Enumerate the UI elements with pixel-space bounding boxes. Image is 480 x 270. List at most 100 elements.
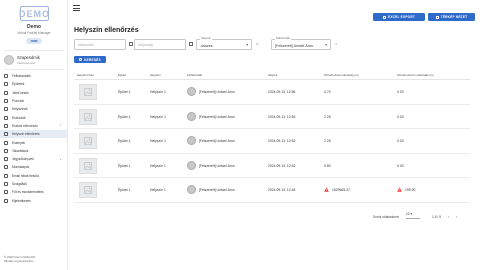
sidebar-nav: Felhasználók Épületek Jelek kezés Pozíciók H… xyxy=(0,72,68,205)
logout-icon xyxy=(4,198,8,203)
search-icon xyxy=(79,58,83,61)
table-row[interactable]: Épület 1 Helyszín 1 [Felszerelt] Uniwel Ár… xyxy=(74,129,470,154)
user-name: Szapesdmik xyxy=(17,55,40,60)
date-from-field[interactable] xyxy=(74,39,126,50)
time-cell: 2024.09.13. 12:56 xyxy=(268,90,296,94)
sidebar-item[interactable]: Fűt és munkarendelés xyxy=(0,188,68,196)
rows-per-page-select[interactable]: 10 ▾ xyxy=(406,212,420,219)
chevron-icon[interactable]: ⌄ xyxy=(59,157,62,161)
sidebar-item[interactable]: Esemyek xyxy=(0,138,68,146)
avatar xyxy=(187,136,196,146)
hamburger-menu-icon[interactable] xyxy=(73,5,80,12)
column-header[interactable]: Épület xyxy=(118,73,126,77)
distance-cell: 1629565.47 xyxy=(332,188,350,193)
map-view-button[interactable]: TÉRKÉP NÉZET xyxy=(428,13,475,21)
next-page-icon[interactable]: › xyxy=(456,215,457,219)
location-check-icon xyxy=(4,132,8,137)
column-header[interactable]: Időpont xyxy=(268,73,277,77)
avatar xyxy=(187,160,196,170)
column-header[interactable]: Ott kell elvonni maximális (m) xyxy=(397,73,434,77)
photo-placeholder-icon[interactable] xyxy=(79,84,97,100)
page-range: 1-5 / 5 xyxy=(432,215,442,219)
sidebar-item-label: Épületek xyxy=(12,82,25,87)
date-from-input[interactable] xyxy=(75,40,125,49)
sidebar-footer: © 2024 Demo Mobil Kft. Minden jog fennta… xyxy=(4,255,36,263)
sidebar-item[interactable]: Helyszínek xyxy=(0,105,68,113)
search-button[interactable]: KERESÉS xyxy=(74,56,106,63)
sidebar-item[interactable]: Pozíciók xyxy=(0,97,68,105)
sidebar-item-label: Helyszínek xyxy=(12,107,28,112)
position-icon xyxy=(4,99,8,104)
prev-page-icon[interactable]: ‹ xyxy=(448,215,449,219)
sidebar-item[interactable]: Jelek kezés xyxy=(0,89,68,97)
building-cell: Épület 1 xyxy=(118,90,131,94)
chevron-down-icon: ▾ xyxy=(246,43,248,47)
date-to-input[interactable] xyxy=(135,40,185,49)
sidebar-item[interactable]: Munkalapok xyxy=(0,163,68,171)
users-icon xyxy=(4,74,8,79)
sidebar-item-label: Esemyek xyxy=(12,140,26,145)
clear-icon[interactable]: × xyxy=(256,41,258,46)
max-distance-cell: 0.00 xyxy=(397,90,404,94)
sidebar-item[interactable]: Szolgáltók xyxy=(0,180,68,188)
column-header[interactable]: Helyszíni fotó xyxy=(77,73,94,77)
rows-per-page-value: 10 xyxy=(406,212,410,216)
column-header[interactable]: Felhasználó xyxy=(187,73,202,77)
sidebar-item[interactable]: Jegyzőkönyvek ⌄ xyxy=(0,155,68,163)
photo-placeholder-icon[interactable] xyxy=(79,133,97,150)
sidebar-item[interactable]: Email hibák beküld. xyxy=(0,172,68,180)
user-select[interactable]: Felhasználó [Felszerelt] Uniwel Áron ▾ xyxy=(271,37,331,50)
clear-icon[interactable]: × xyxy=(335,41,337,46)
building-select-label: Helyszín xyxy=(200,37,212,40)
sidebar-item[interactable]: Eszközök xyxy=(0,113,68,121)
chevron-icon[interactable]: ⌃ xyxy=(59,124,62,128)
sidebar-item[interactable]: Épületek xyxy=(0,80,68,88)
place-cell: Helyszín 1 xyxy=(150,114,166,119)
avatar xyxy=(187,185,196,195)
distance-cell: 2.25 xyxy=(324,139,331,144)
sidebar-item-label: Helyszín ellenőrzés xyxy=(12,132,40,137)
user-cell: [Felszerelt] Uniwel Áron xyxy=(199,139,235,144)
cleaning-icon xyxy=(4,148,8,153)
place-cell: Helyszín 1 xyxy=(150,139,166,144)
column-header[interactable]: Ott kell elvonni távolság (m) xyxy=(324,73,359,77)
user-profile[interactable]: Szapesdmik Intézményvez. xyxy=(4,54,64,66)
column-header[interactable]: Helyszín xyxy=(150,73,161,77)
check-icon xyxy=(4,123,8,128)
sidebar-item[interactable]: Takarítások xyxy=(0,147,68,155)
time-cell: 2024.09.13. 12:52 xyxy=(268,139,296,144)
photo-placeholder-icon[interactable] xyxy=(79,157,97,174)
table-row[interactable]: Épület 1 Helyszín 1 [Felszerelt] Uniwel Ár… xyxy=(74,105,470,130)
time-cell: 2024.09.13. 12:48 xyxy=(268,188,296,193)
photo-placeholder-icon[interactable] xyxy=(79,108,97,125)
place-cell: Helyszín 1 xyxy=(150,163,166,168)
building-select[interactable]: Helyszín -összes- ▾ xyxy=(196,37,252,50)
sidebar-item-label: Eszköz ellenőrzés xyxy=(12,123,38,128)
sidebar-item-label: Jelek kezés xyxy=(12,90,29,95)
sidebar-item-label: Szolgáltók xyxy=(12,182,27,186)
table-row[interactable]: Épület 1 Helyszín 1 [Felszerelt] Uniwel Ár… xyxy=(74,80,470,105)
brand-subtitle: Virtual Facility Manager xyxy=(17,31,51,35)
building-cell: Épület 1 xyxy=(118,188,131,193)
photo-placeholder-icon[interactable] xyxy=(79,182,97,199)
distance-cell: 2.25 xyxy=(324,114,331,119)
sidebar-item[interactable]: Felhasználók xyxy=(0,72,68,80)
sidebar-item[interactable]: Eszköz ellenőrzés ⌃ xyxy=(0,122,68,130)
service-icon xyxy=(4,182,8,186)
chevron-down-icon: ▾ xyxy=(410,212,413,216)
map-view-label: TÉRKÉP NÉZET xyxy=(440,15,468,19)
excel-export-button[interactable]: EXCEL EXPORT xyxy=(373,13,425,21)
sidebar-item[interactable]: Kijelentkezés xyxy=(0,196,68,204)
sidebar-item-label: Email hibák beküld. xyxy=(12,173,40,178)
sidebar-item-label: Fűt és munkarendelés xyxy=(12,190,44,195)
calendar-icon[interactable] xyxy=(189,42,193,46)
sidebar-item[interactable]: Helyszín ellenőrzés xyxy=(0,130,68,139)
table-row[interactable]: Épület 1 Helyszín 1 [Felszerelt] Uniwel Ár… xyxy=(74,178,470,203)
user-select-value: [Felszerelt] Uniwel Áron xyxy=(275,43,313,48)
table-row[interactable]: Épület 1 Helyszín 1 [Felszerelt] Uniwel Ár… xyxy=(74,154,470,179)
date-to-field[interactable] xyxy=(134,39,186,50)
worksheet-icon xyxy=(4,165,8,170)
signal-icon xyxy=(4,90,8,95)
footer-rights: Minden jog fenntartva. xyxy=(4,259,34,263)
calendar-icon[interactable] xyxy=(129,42,133,46)
